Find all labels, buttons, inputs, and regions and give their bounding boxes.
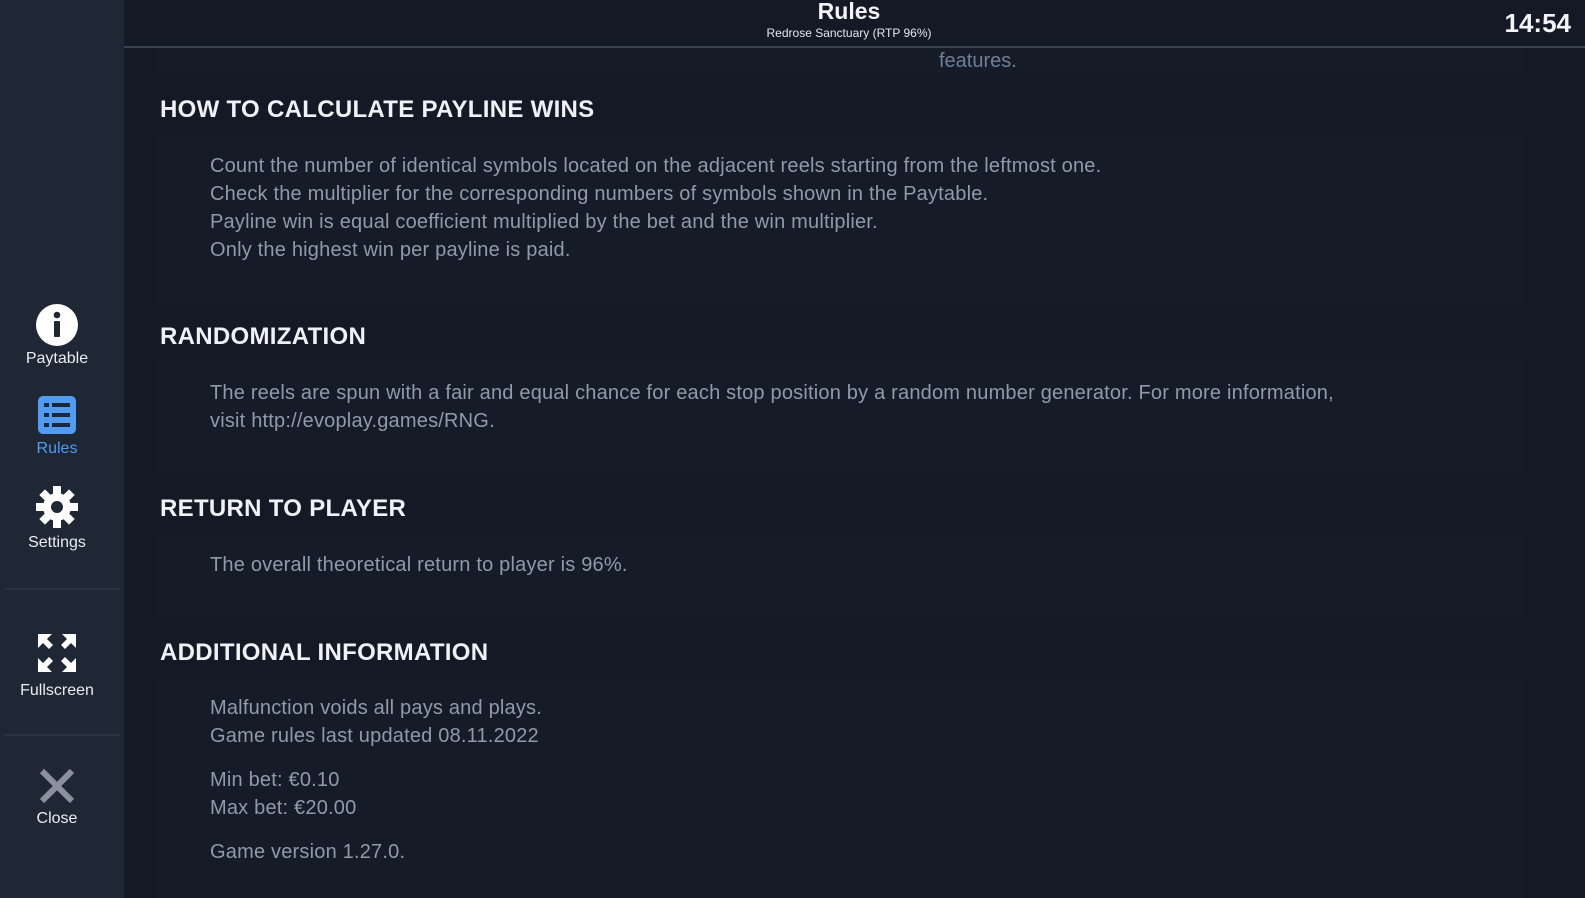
paytable-button[interactable]: Paytable	[0, 304, 114, 368]
game-subtitle: Redrose Sanctuary (RTP 96%)	[766, 26, 932, 40]
fullscreen-button[interactable]: Fullscreen	[0, 634, 114, 700]
rules-content[interactable]: features. HOW TO CALCULATE PAYLINE WINS …	[124, 48, 1585, 898]
list-icon	[38, 396, 76, 434]
sidebar: Paytable Rules Settings Fullscreen Close	[0, 0, 124, 898]
fullscreen-icon	[38, 634, 76, 672]
clock: 14:54	[1504, 8, 1572, 38]
close-button[interactable]: Close	[0, 768, 114, 828]
close-icon	[39, 768, 75, 804]
settings-button[interactable]: Settings	[0, 486, 114, 552]
additional-section-title: ADDITIONAL INFORMATION	[160, 639, 489, 666]
payline-line: Payline win is equal coefficient multipl…	[210, 211, 878, 233]
payline-section-title: HOW TO CALCULATE PAYLINE WINS	[160, 96, 595, 123]
randomization-line: The reels are spun with a fair and equal…	[210, 382, 1334, 404]
max-bet-line: Max bet: €20.00	[210, 797, 357, 819]
rules-button[interactable]: Rules	[0, 396, 114, 458]
game-version-line: Game version 1.27.0.	[210, 841, 406, 863]
additional-text: Malfunction voids all pays and plays. Ga…	[210, 694, 1470, 866]
gear-icon	[36, 486, 78, 528]
min-bet-line: Min bet: €0.10	[210, 769, 340, 791]
sidebar-divider	[4, 734, 120, 736]
section-panel	[159, 48, 1521, 72]
randomization-text: The reels are spun with a fair and equal…	[210, 379, 1470, 435]
payline-line: Only the highest win per payline is paid…	[210, 239, 571, 261]
rtp-line: The overall theoretical return to player…	[210, 554, 628, 576]
rules-label: Rules	[36, 440, 78, 457]
rtp-section-title: RETURN TO PLAYER	[160, 495, 407, 522]
fullscreen-label: Fullscreen	[20, 682, 94, 699]
page-title: Rules	[817, 0, 881, 24]
payline-line: Check the multiplier for the correspondi…	[210, 183, 989, 205]
settings-label: Settings	[28, 534, 86, 551]
payline-text: Count the number of identical symbols lo…	[210, 152, 1470, 264]
randomization-line: visit http://evoplay.games/RNG.	[210, 410, 495, 432]
cutoff-text: features.	[939, 50, 1017, 72]
rtp-text: The overall theoretical return to player…	[210, 551, 1470, 579]
malfunction-line: Malfunction voids all pays and plays.	[210, 697, 543, 719]
payline-line: Count the number of identical symbols lo…	[210, 155, 1102, 177]
paytable-label: Paytable	[25, 350, 89, 367]
randomization-section-title: RANDOMIZATION	[160, 323, 367, 350]
info-icon	[36, 304, 78, 346]
header-bar: Rules Redrose Sanctuary (RTP 96%) 14:54	[124, 0, 1585, 48]
close-label: Close	[36, 810, 78, 827]
rules-updated-line: Game rules last updated 08.11.2022	[210, 725, 539, 747]
sidebar-divider	[4, 588, 120, 590]
